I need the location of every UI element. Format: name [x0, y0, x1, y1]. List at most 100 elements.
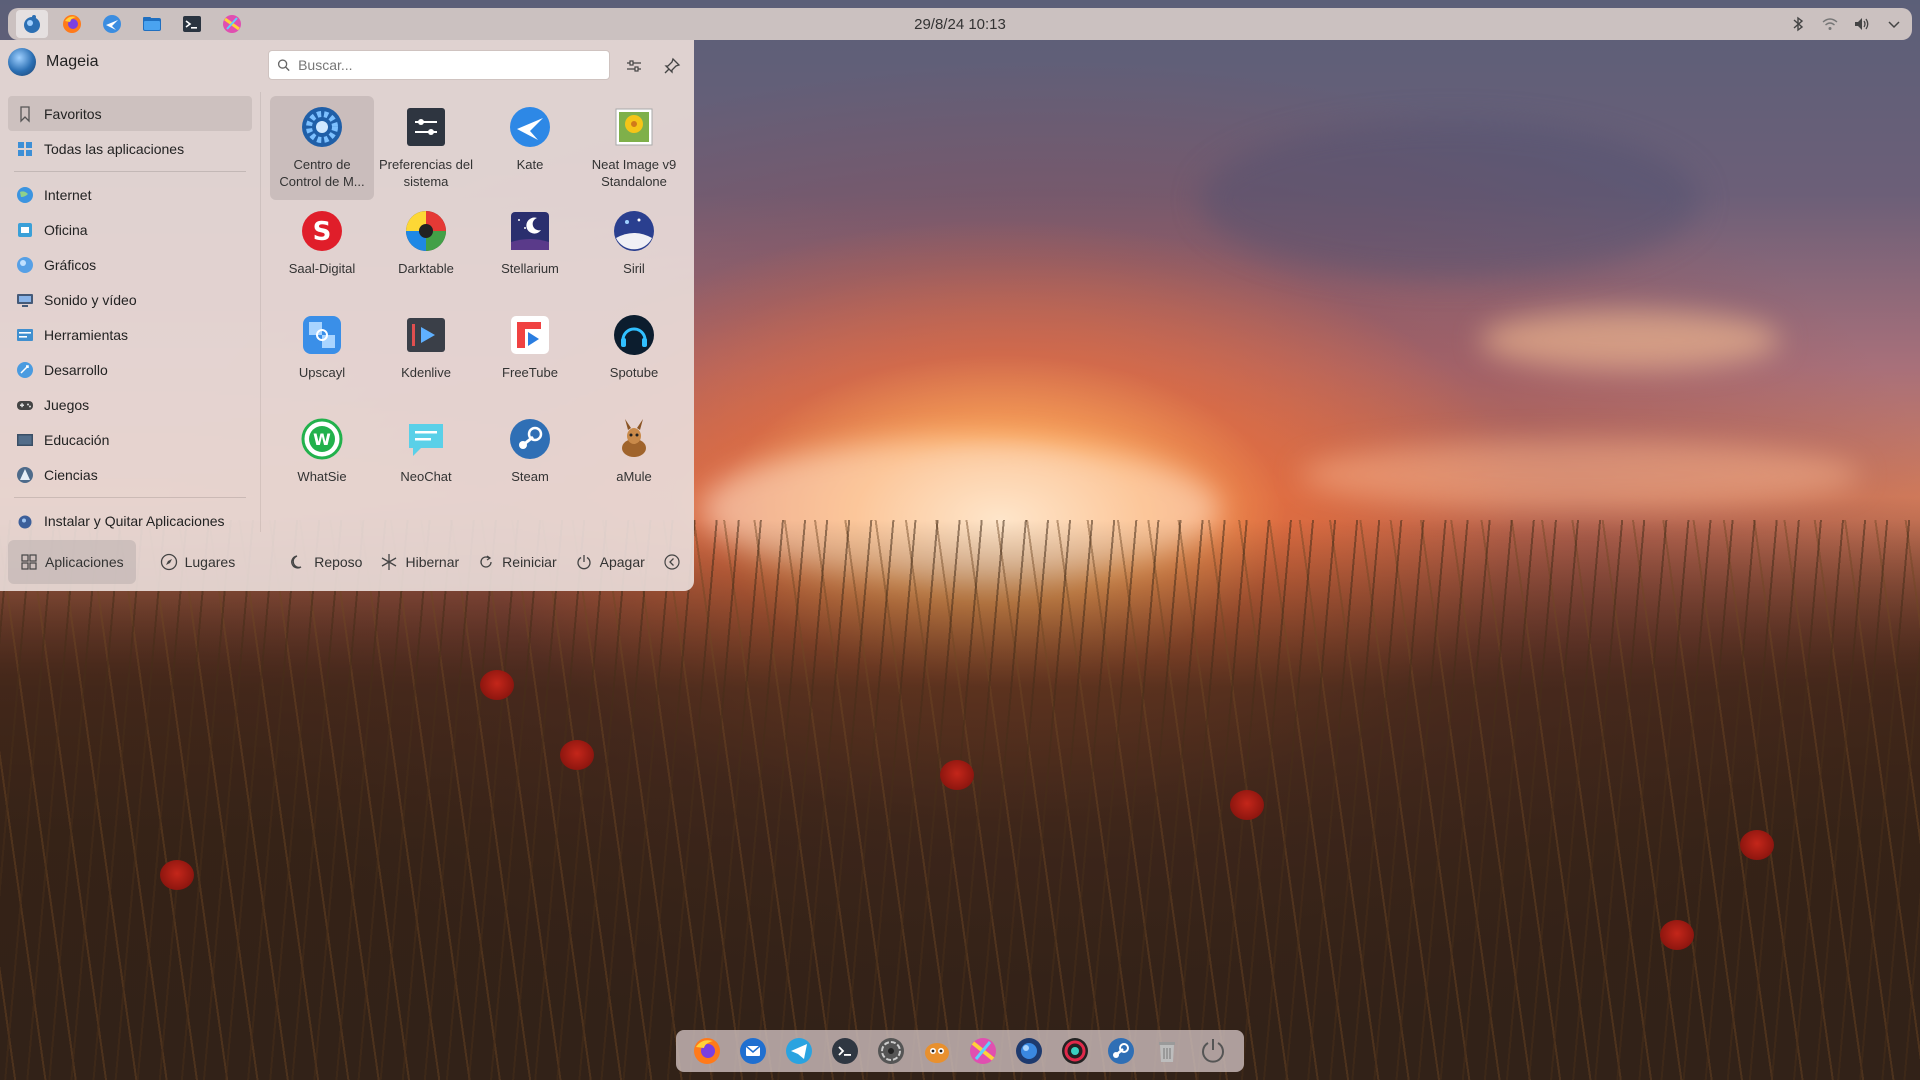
- category-sonido-video[interactable]: Sonido y vídeo: [8, 282, 252, 317]
- power-icon[interactable]: [1195, 1033, 1231, 1069]
- session-buttons: Reposo Hibernar Reiniciar Apagar: [281, 540, 689, 584]
- system-settings-icon: [403, 104, 449, 150]
- shutdown-button[interactable]: Apagar: [567, 540, 653, 584]
- thunderbird-icon[interactable]: [735, 1033, 771, 1069]
- steam-icon[interactable]: [1103, 1033, 1139, 1069]
- firefox-icon[interactable]: [689, 1033, 725, 1069]
- sleep-icon: [291, 555, 302, 569]
- grid-icon: [18, 141, 32, 156]
- app-amule[interactable]: aMule: [582, 408, 686, 512]
- gimp-icon[interactable]: [919, 1033, 955, 1069]
- search-icon: [277, 59, 290, 72]
- shutdown-label: Apagar: [599, 554, 645, 570]
- configure-button[interactable]: [620, 52, 648, 80]
- tab-applications[interactable]: Aplicaciones: [8, 540, 136, 584]
- bluetooth-icon[interactable]: [1788, 14, 1808, 34]
- app-siril[interactable]: Siril: [582, 200, 686, 304]
- category-todas[interactable]: Todas las aplicaciones: [8, 131, 252, 166]
- divider: [14, 497, 246, 498]
- launcher-header: Mageia: [8, 48, 98, 76]
- category-internet[interactable]: Internet: [8, 177, 252, 212]
- category-favoritos[interactable]: Favoritos: [8, 96, 252, 131]
- app-kdenlive[interactable]: Kdenlive: [374, 304, 478, 408]
- category-label: Favoritos: [44, 105, 102, 122]
- more-session-options-button[interactable]: [655, 540, 689, 584]
- app-whatsie[interactable]: W WhatSie: [270, 408, 374, 512]
- clock[interactable]: 29/8/24 10:13: [8, 16, 1912, 33]
- category-educacion[interactable]: Educación: [8, 422, 252, 457]
- terminal-icon[interactable]: [827, 1033, 863, 1069]
- sleep-label: Reposo: [314, 554, 363, 570]
- category-desarrollo[interactable]: Desarrollo: [8, 352, 252, 387]
- pin-button[interactable]: [658, 52, 686, 80]
- app-steam[interactable]: Steam: [478, 408, 582, 512]
- mageia-logo-icon[interactable]: [16, 10, 48, 38]
- gamepad-icon: [17, 400, 33, 410]
- app-saal-digital[interactable]: S Saal-Digital: [270, 200, 374, 304]
- category-graficos[interactable]: Gráficos: [8, 247, 252, 282]
- restart-button[interactable]: Reiniciar: [469, 540, 564, 584]
- app-stellarium[interactable]: Stellarium: [478, 200, 582, 304]
- app-label: aMule: [616, 469, 652, 484]
- neat-image-icon: [611, 104, 657, 150]
- app-preferencias[interactable]: Preferencias del sistema: [374, 96, 478, 200]
- record-icon[interactable]: [1057, 1033, 1093, 1069]
- app-kate[interactable]: Kate: [478, 96, 582, 200]
- app-label: Steam: [511, 469, 549, 484]
- kdenlive-icon[interactable]: [965, 1033, 1001, 1069]
- category-label: Oficina: [44, 221, 88, 238]
- app-darktable[interactable]: Darktable: [374, 200, 478, 304]
- app-upscayl[interactable]: Upscayl: [270, 304, 374, 408]
- chevron-down-icon[interactable]: [1884, 14, 1904, 34]
- app-label: Kdenlive: [401, 365, 451, 380]
- category-label: Instalar y Quitar Aplicaciones: [44, 512, 225, 529]
- kdenlive-icon[interactable]: [216, 10, 248, 38]
- category-label: Todas las aplicaciones: [44, 140, 185, 157]
- hibernate-button[interactable]: Hibernar: [372, 540, 467, 584]
- search-input[interactable]: [298, 57, 601, 73]
- launcher-footer: Aplicaciones Lugares Reposo Hibernar Rei…: [0, 533, 694, 591]
- chevron-left-icon: [664, 554, 680, 570]
- restart-label: Reiniciar: [502, 554, 557, 570]
- category-ciencias[interactable]: Ciencias: [8, 457, 252, 492]
- search-field[interactable]: [268, 50, 610, 80]
- kdenlive-icon: [403, 312, 449, 358]
- app-centro-de-control[interactable]: Centro de Control de M...: [270, 96, 374, 200]
- app-label: Neat Image v9 Standalone: [591, 157, 677, 189]
- control-center-icon: [299, 104, 345, 150]
- mageia-logo-icon: [8, 48, 36, 76]
- development-icon: [17, 361, 33, 378]
- app-neat-image[interactable]: Neat Image v9 Standalone: [582, 96, 686, 200]
- power-icon: [577, 555, 591, 570]
- telegram-icon[interactable]: [781, 1033, 817, 1069]
- app-spotube[interactable]: Spotube: [582, 304, 686, 408]
- network-icon[interactable]: [1820, 14, 1840, 34]
- category-label: Gráficos: [44, 256, 97, 273]
- browser-icon[interactable]: [1011, 1033, 1047, 1069]
- science-icon: [17, 466, 33, 483]
- dock: [676, 1030, 1244, 1072]
- tab-places[interactable]: Lugares: [148, 540, 248, 584]
- kate-icon[interactable]: [96, 10, 128, 38]
- spotube-icon: [611, 312, 657, 358]
- file-manager-icon[interactable]: [136, 10, 168, 38]
- firefox-icon[interactable]: [56, 10, 88, 38]
- trash-icon[interactable]: [1149, 1033, 1185, 1069]
- globe-icon: [17, 186, 33, 203]
- app-neochat[interactable]: NeoChat: [374, 408, 478, 512]
- app-label: Spotube: [609, 365, 659, 380]
- sleep-button[interactable]: Reposo: [281, 540, 370, 584]
- kate-icon: [507, 104, 553, 150]
- pin-icon: [664, 57, 681, 74]
- multimedia-icon: [17, 293, 33, 307]
- category-herramientas[interactable]: Herramientas: [8, 317, 252, 352]
- aperture-icon[interactable]: [873, 1033, 909, 1069]
- category-oficina[interactable]: Oficina: [8, 212, 252, 247]
- freetube-icon: [507, 312, 553, 358]
- category-juegos[interactable]: Juegos: [8, 387, 252, 422]
- volume-icon[interactable]: [1852, 14, 1872, 34]
- terminal-icon[interactable]: [176, 10, 208, 38]
- app-freetube[interactable]: FreeTube: [478, 304, 582, 408]
- app-label: Darktable: [398, 261, 454, 276]
- app-label: Preferencias del sistema: [379, 157, 473, 189]
